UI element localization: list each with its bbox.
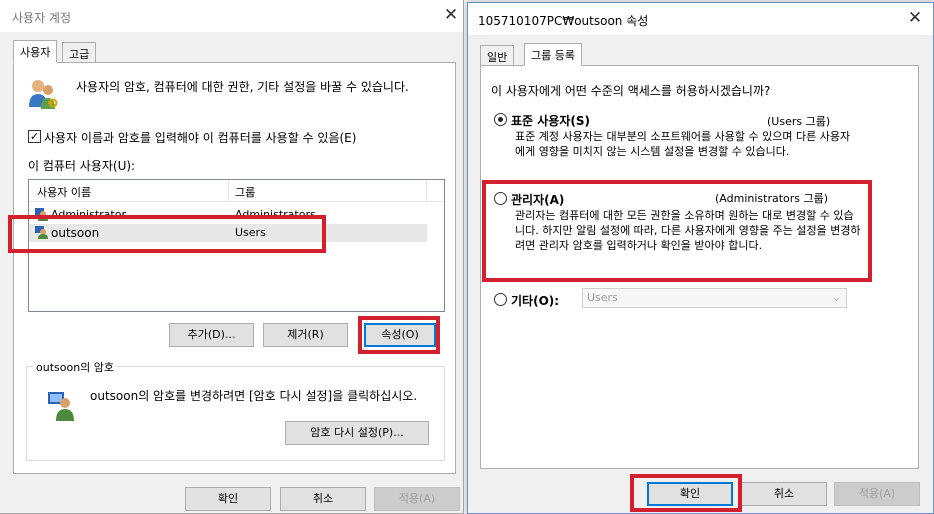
properties-button[interactable]: 속성(O) — [364, 323, 436, 347]
ok-button[interactable]: 확인 — [647, 482, 733, 506]
password-help-text: outsoon의 암호를 변경하려면 [암호 다시 설정]을 클릭하십시오. — [90, 389, 418, 403]
remove-user-button[interactable]: 제거(R) — [263, 323, 348, 347]
close-icon[interactable]: ✕ — [902, 8, 928, 30]
standard-user-radio[interactable] — [494, 113, 507, 126]
administrator-label: 관리자(A) — [511, 193, 565, 207]
require-login-checkbox[interactable]: ✓ — [28, 130, 41, 143]
password-groupbox-label: outsoon의 암호 — [33, 359, 118, 375]
add-user-button[interactable]: 추가(D)... — [169, 323, 254, 347]
tab-users[interactable]: 사용자 — [13, 40, 58, 63]
row-username: Administrator — [51, 208, 126, 221]
other-label: 기타(O): — [511, 294, 560, 308]
chevron-down-icon: ⌄ — [831, 291, 841, 304]
window-title: 사용자 계정 — [12, 11, 72, 25]
group-membership-panel: 이 사용자에게 어떤 수준의 액세스를 허용하시겠습니까? 표준 사용자(S) … — [480, 65, 919, 469]
apply-button[interactable]: 적용(A) — [374, 487, 460, 511]
users-keys-icon — [29, 80, 58, 109]
other-group-combo[interactable]: Users ⌄ — [582, 288, 847, 308]
list-header: 사용자 이름 그룹 — [29, 180, 444, 202]
other-radio[interactable] — [494, 293, 507, 306]
tab-advanced[interactable]: 고급 — [62, 42, 97, 63]
standard-user-label: 표준 사용자(S) — [511, 114, 590, 128]
row-username: outsoon — [51, 226, 100, 240]
users-list[interactable]: 사용자 이름 그룹 Administrator Administrators o… — [28, 179, 445, 312]
cancel-button[interactable]: 취소 — [280, 487, 366, 511]
standard-user-group: (Users 그룹) — [767, 115, 831, 128]
close-icon[interactable]: ✕ — [438, 5, 464, 27]
users-tab-panel: 사용자의 암호, 컴퓨터에 대한 권한, 기타 설정을 바꿀 수 있습니다. ✓… — [13, 62, 456, 474]
standard-user-desc: 표준 계정 사용자는 대부분의 소프트웨어를 사용할 수 있으며 다른 사용자에… — [515, 130, 851, 158]
column-header-group[interactable]: 그룹 — [235, 184, 255, 200]
tab-general[interactable]: 일반 — [480, 45, 515, 66]
user-accounts-window: 사용자 계정 ✕ 사용자 고급 사용자의 암호, 컴퓨터에 대한 권한, 기타 … — [0, 0, 464, 514]
table-row[interactable]: Administrator Administrators — [29, 206, 427, 224]
reset-password-button[interactable]: 암호 다시 설정(P)... — [285, 421, 429, 445]
users-list-label: 이 컴퓨터 사용자(U): — [28, 159, 136, 173]
password-groupbox: outsoon의 암호 outsoon의 암호를 변경하려면 [암호 다시 설정… — [26, 359, 445, 461]
title-bar: 사용자 계정 ✕ — [0, 0, 463, 32]
user-icon — [35, 208, 48, 221]
column-divider — [228, 180, 229, 202]
cancel-button[interactable]: 취소 — [741, 482, 827, 506]
user-password-icon — [48, 392, 74, 421]
administrator-group: (Administrators 그룹) — [715, 192, 829, 205]
apply-button[interactable]: 적용(A) — [834, 482, 920, 506]
column-header-username[interactable]: 사용자 이름 — [37, 184, 91, 200]
window-title: 105710107PC₩outsoon 속성 — [478, 14, 649, 28]
column-divider — [426, 180, 427, 202]
table-row-selected[interactable]: outsoon Users — [29, 224, 427, 242]
other-group-combo-value: Users — [587, 291, 618, 304]
require-login-label: 사용자 이름과 암호를 입력해야 이 컴퓨터를 사용할 수 있음(E) — [44, 131, 357, 145]
tab-group-membership[interactable]: 그룹 등록 — [524, 43, 582, 66]
ok-button[interactable]: 확인 — [185, 487, 271, 511]
row-group: Administrators — [235, 208, 316, 221]
user-icon — [35, 226, 48, 239]
title-bar: 105710107PC₩outsoon 속성 ✕ — [468, 3, 933, 35]
administrator-radio[interactable] — [494, 192, 507, 205]
user-properties-window: 105710107PC₩outsoon 속성 ✕ 일반 그룹 등록 이 사용자에… — [467, 2, 934, 514]
access-question: 이 사용자에게 어떤 수준의 액세스를 허용하시겠습니까? — [491, 84, 771, 98]
administrator-desc: 관리자는 컴퓨터에 대한 모든 권한을 소유하며 원하는 대로 변경할 수 있습… — [515, 209, 861, 252]
intro-text: 사용자의 암호, 컴퓨터에 대한 권한, 기타 설정을 바꿀 수 있습니다. — [76, 80, 409, 94]
row-group: Users — [235, 226, 266, 239]
